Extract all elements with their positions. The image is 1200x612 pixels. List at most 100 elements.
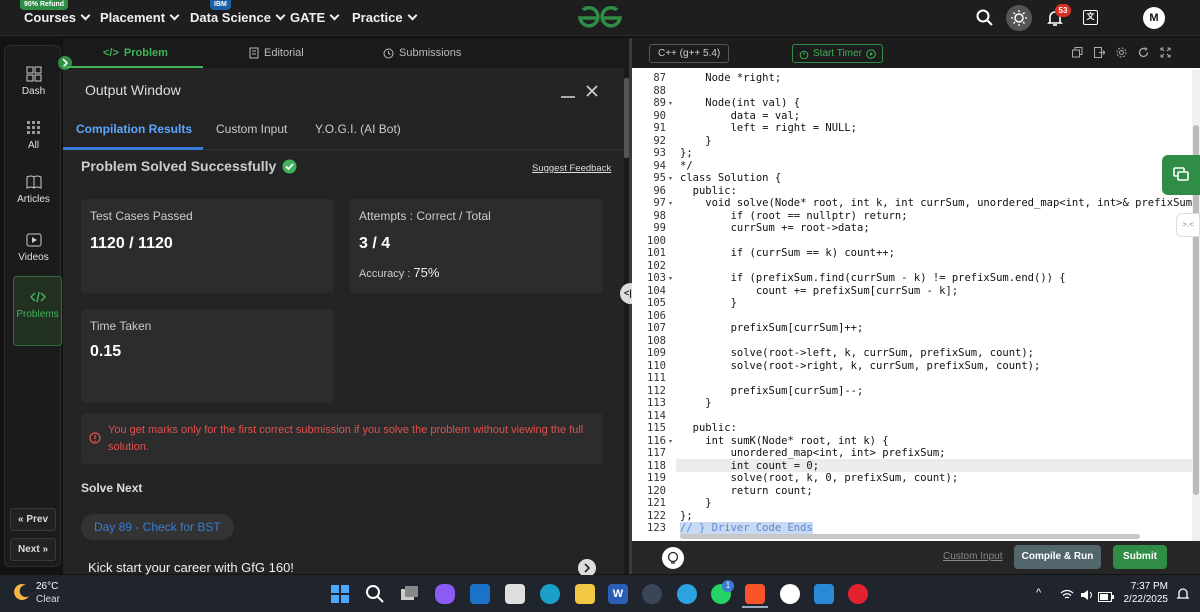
battery-icon[interactable]: [1098, 589, 1114, 607]
custom-input-link[interactable]: Custom Input: [943, 551, 1002, 562]
tab-yogi[interactable]: Y.O.G.I. (AI Bot): [315, 122, 401, 136]
opera-icon[interactable]: [848, 584, 868, 604]
code-line[interactable]: prefixSum[currSum]++;: [680, 322, 864, 335]
sidebar-item-problems[interactable]: Problems: [13, 276, 62, 346]
fold-arrow-icon[interactable]: ▾: [669, 200, 672, 207]
tab-problem[interactable]: </> Problem: [103, 47, 168, 59]
code-line[interactable]: return count;: [680, 485, 813, 498]
code-line[interactable]: data = val;: [680, 110, 801, 123]
nav-gate[interactable]: GATE: [290, 10, 340, 25]
search-icon[interactable]: [365, 584, 385, 604]
code-line[interactable]: prefixSum[currSum]--;: [680, 385, 864, 398]
sidebar-item-all[interactable]: All: [5, 120, 62, 151]
translate-icon[interactable]: 文: [1083, 10, 1098, 25]
telegram-icon[interactable]: [677, 584, 697, 604]
code-line[interactable]: int sumK(Node* root, int k) {: [680, 435, 888, 448]
prev-button[interactable]: « Prev: [10, 508, 56, 531]
code-area[interactable]: 87 Node *right; 88 89 ▾ Node(int val) {90 d…: [632, 70, 1192, 572]
code-line[interactable]: unordered_map<int, int> prefixSum;: [680, 447, 946, 460]
fold-arrow-icon[interactable]: ▾: [669, 438, 672, 445]
clock-time[interactable]: 7:37 PM: [1124, 581, 1168, 592]
nav-courses[interactable]: Courses: [24, 10, 91, 25]
code-line[interactable]: void solve(Node* root, int k, int currSu…: [680, 197, 1192, 210]
nav-placement[interactable]: Placement: [100, 10, 180, 25]
minimize-icon[interactable]: [561, 96, 575, 98]
next-button[interactable]: Next »: [10, 538, 56, 561]
nav-data-science[interactable]: Data Science: [190, 10, 286, 25]
suggest-feedback-link[interactable]: Suggest Feedback: [532, 163, 611, 174]
tab-editorial[interactable]: Editorial: [249, 47, 304, 59]
tab-compilation-results[interactable]: Compilation Results: [76, 122, 192, 136]
code-line[interactable]: }: [680, 135, 711, 148]
code-line[interactable]: solve(root->left, k, currSum, prefixSum,…: [680, 347, 1034, 360]
code-line[interactable]: count += prefixSum[currSum - k];: [680, 285, 958, 298]
tab-custom-input[interactable]: Custom Input: [216, 122, 287, 136]
code-line[interactable]: int count = 0;: [680, 460, 820, 473]
word-icon[interactable]: W: [608, 584, 628, 604]
code-line[interactable]: Node *right;: [680, 72, 781, 85]
code-line[interactable]: };: [680, 147, 693, 160]
code-line[interactable]: };: [680, 510, 693, 523]
vertical-scrollbar[interactable]: [1192, 70, 1200, 541]
theme-toggle-icon[interactable]: [1006, 5, 1032, 31]
code-line[interactable]: }: [680, 397, 711, 410]
import-icon[interactable]: [1094, 47, 1105, 58]
sidebar-item-videos[interactable]: Videos: [5, 232, 62, 263]
code-line[interactable]: if (currSum == k) count++;: [680, 247, 895, 260]
gfg-logo[interactable]: [576, 5, 624, 36]
reset-icon[interactable]: [1138, 47, 1149, 58]
sidebar-item-dash[interactable]: Dash: [5, 66, 62, 97]
clock-date[interactable]: 2/22/2025: [1114, 594, 1169, 605]
wifi-icon[interactable]: [1060, 588, 1074, 606]
chat-widget-icon[interactable]: [1162, 155, 1200, 195]
brave-icon[interactable]: [745, 584, 765, 604]
outlook-icon[interactable]: [470, 584, 490, 604]
lightbulb-icon[interactable]: [662, 547, 684, 569]
fold-arrow-icon[interactable]: ▾: [669, 275, 672, 282]
code-line[interactable]: Node(int val) {: [680, 97, 800, 110]
code-line[interactable]: }: [680, 297, 737, 310]
task-view-icon[interactable]: [400, 584, 420, 604]
github-icon[interactable]: [780, 584, 800, 604]
compile-run-button[interactable]: Compile & Run: [1014, 545, 1101, 569]
fullscreen-icon[interactable]: [1160, 47, 1171, 58]
windows-start-icon[interactable]: [330, 584, 350, 604]
submit-button[interactable]: Submit: [1113, 545, 1167, 569]
code-line[interactable]: solve(root, k, 0, prefixSum, count);: [680, 472, 959, 485]
code-line[interactable]: public:: [680, 185, 737, 198]
nav-practice[interactable]: Practice: [352, 10, 418, 25]
start-timer-button[interactable]: Start Timer: [792, 44, 883, 63]
store-icon[interactable]: [505, 584, 525, 604]
expand-widget-icon[interactable]: >.<: [1176, 213, 1200, 237]
search-icon[interactable]: [976, 9, 994, 32]
file-explorer-icon[interactable]: [575, 584, 595, 604]
code-line[interactable]: class Solution {: [680, 172, 781, 185]
code-line[interactable]: // } Driver Code Ends: [680, 522, 813, 535]
tab-submissions[interactable]: Submissions: [383, 47, 461, 59]
fold-arrow-icon[interactable]: ▾: [669, 100, 672, 107]
code-line[interactable]: if (root == nullptr) return;: [680, 210, 908, 223]
code-line[interactable]: currSum += root->data;: [680, 222, 870, 235]
copilot-icon[interactable]: [435, 584, 455, 604]
notification-bell-icon[interactable]: [1176, 587, 1190, 606]
settings-icon[interactable]: [642, 584, 662, 604]
horizontal-scrollbar[interactable]: [680, 534, 1140, 539]
copy-icon[interactable]: [1072, 47, 1083, 58]
chevron-up-icon[interactable]: ^: [1036, 587, 1041, 599]
language-select[interactable]: C++ (g++ 5.4): [649, 44, 730, 63]
code-line[interactable]: public:: [680, 422, 737, 435]
edge-icon[interactable]: [540, 584, 560, 604]
gear-icon[interactable]: [1116, 47, 1127, 58]
code-line[interactable]: solve(root->right, k, currSum, prefixSum…: [680, 360, 1041, 373]
close-icon[interactable]: [585, 84, 599, 103]
fold-arrow-icon[interactable]: ▾: [669, 175, 672, 182]
code-line[interactable]: if (prefixSum.find(currSum - k) != prefi…: [680, 272, 1066, 285]
next-problem-chip[interactable]: Day 89 - Check for BST: [81, 514, 234, 540]
temperature[interactable]: 26°C: [36, 581, 58, 592]
code-line[interactable]: */: [680, 160, 693, 173]
vscode-icon[interactable]: [814, 584, 834, 604]
avatar[interactable]: M: [1143, 7, 1165, 29]
code-line[interactable]: }: [680, 497, 711, 510]
code-line[interactable]: left = right = NULL;: [680, 122, 857, 135]
speaker-icon[interactable]: [1080, 588, 1094, 606]
